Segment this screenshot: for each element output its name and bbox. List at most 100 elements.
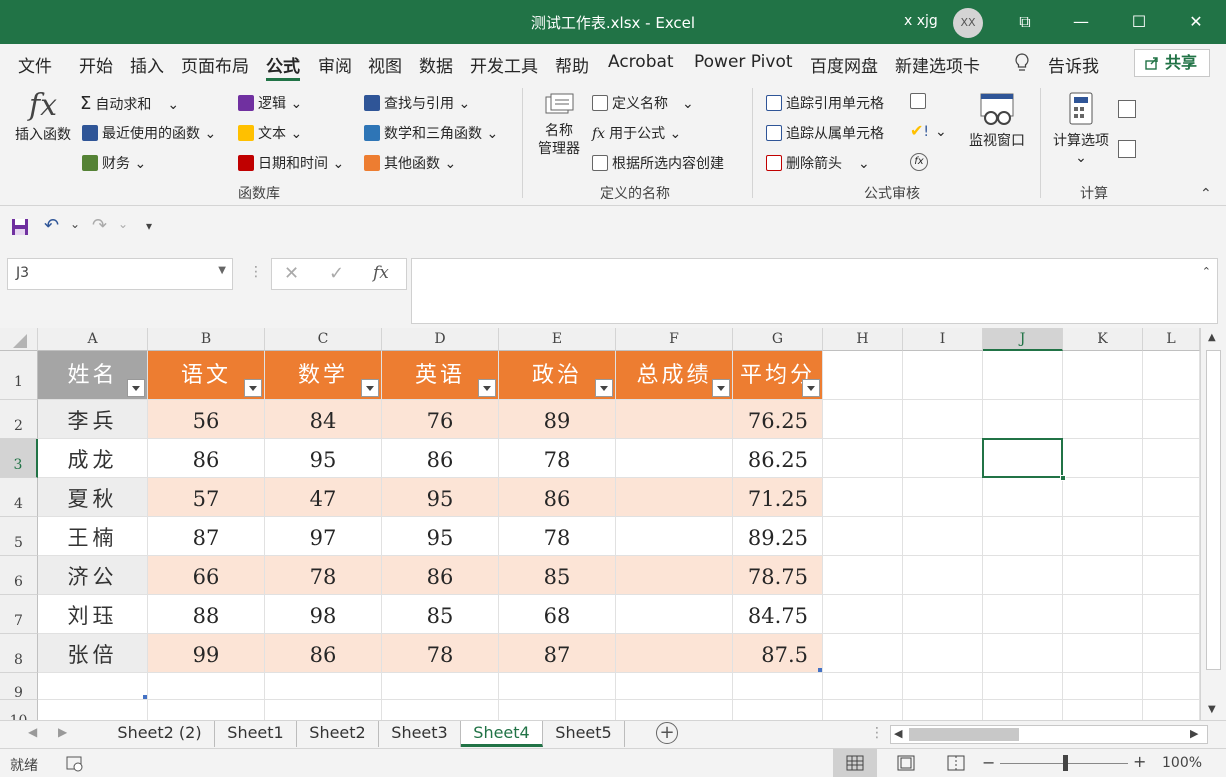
grid-cell[interactable]: [1063, 556, 1143, 595]
score-cell[interactable]: 57: [148, 478, 265, 517]
scrollbar-thumb[interactable]: [909, 728, 1019, 741]
grid-cell[interactable]: [1143, 700, 1200, 720]
create-from-selection-button[interactable]: 根据所选内容创建: [592, 153, 724, 173]
grid-cell[interactable]: [983, 556, 1063, 595]
score-cell[interactable]: 85: [499, 556, 616, 595]
score-cell[interactable]: 89: [499, 400, 616, 439]
collapse-ribbon-icon[interactable]: ⌃: [1200, 186, 1212, 202]
grid-cell[interactable]: [903, 634, 983, 673]
grid-cell[interactable]: [983, 400, 1063, 439]
grid-cell[interactable]: [983, 595, 1063, 634]
grid-cell[interactable]: [499, 700, 616, 720]
score-cell[interactable]: [616, 595, 733, 634]
text-functions-button[interactable]: 文本 ⌄: [238, 123, 302, 143]
grid-cell[interactable]: [1063, 634, 1143, 673]
grid-cell[interactable]: [1143, 439, 1200, 478]
score-cell[interactable]: [616, 556, 733, 595]
filter-dropdown-button[interactable]: [802, 379, 820, 397]
grid-cell[interactable]: [903, 595, 983, 634]
row-header-3[interactable]: 3: [0, 439, 38, 478]
datetime-button[interactable]: 日期和时间 ⌄: [238, 153, 344, 173]
score-cell[interactable]: 87: [499, 634, 616, 673]
grid-cell[interactable]: [616, 673, 733, 700]
fill-handle[interactable]: [1060, 475, 1066, 481]
table-header-cell[interactable]: 语文: [148, 351, 265, 400]
row-header-1[interactable]: 1: [0, 351, 38, 400]
table-header-cell[interactable]: 总成绩: [616, 351, 733, 400]
grid-cell[interactable]: [823, 595, 903, 634]
vertical-scrollbar[interactable]: ▲ ▼: [1200, 328, 1226, 720]
grid-cell[interactable]: [499, 673, 616, 700]
sheet-tab[interactable]: Sheet1: [215, 721, 297, 747]
grid-cell[interactable]: [1143, 517, 1200, 556]
grid-cell[interactable]: [1143, 595, 1200, 634]
grid-cell[interactable]: [1063, 351, 1143, 400]
score-cell[interactable]: 56: [148, 400, 265, 439]
score-cell[interactable]: 86: [265, 634, 382, 673]
score-cell[interactable]: [616, 478, 733, 517]
save-icon[interactable]: [11, 218, 29, 236]
score-cell[interactable]: 47: [265, 478, 382, 517]
column-header-h[interactable]: H: [823, 328, 903, 351]
score-cell[interactable]: 78: [265, 556, 382, 595]
score-cell[interactable]: 78: [499, 517, 616, 556]
use-in-formula-button[interactable]: fx 用于公式 ⌄: [592, 123, 681, 143]
score-cell[interactable]: 86: [148, 439, 265, 478]
score-cell[interactable]: 68: [499, 595, 616, 634]
selected-cell-j3[interactable]: [982, 438, 1063, 478]
grid-cell[interactable]: [382, 673, 499, 700]
name-cell[interactable]: 刘珏: [38, 595, 148, 634]
tab-insert[interactable]: 插入: [130, 52, 164, 77]
grid-cell[interactable]: [1063, 478, 1143, 517]
row-header-2[interactable]: 2: [0, 400, 38, 439]
grid-cell[interactable]: [983, 478, 1063, 517]
score-cell[interactable]: 78: [382, 634, 499, 673]
accessibility-icon[interactable]: [66, 756, 84, 772]
zoom-in-button[interactable]: +: [1133, 752, 1146, 771]
customize-qat-icon[interactable]: ▾: [146, 219, 152, 233]
normal-view-button[interactable]: [833, 749, 877, 777]
name-cell[interactable]: 成龙: [38, 439, 148, 478]
sheet-tab[interactable]: Sheet4: [461, 721, 543, 747]
grid-cell[interactable]: [1143, 400, 1200, 439]
score-cell[interactable]: 78: [499, 439, 616, 478]
grid-cell[interactable]: [983, 517, 1063, 556]
column-header-l[interactable]: L: [1143, 328, 1200, 351]
filter-dropdown-button[interactable]: [244, 379, 262, 397]
scroll-tabs-right-icon[interactable]: ▶: [58, 725, 67, 739]
grid-cell[interactable]: [823, 400, 903, 439]
tab-help[interactable]: 帮助: [555, 52, 589, 77]
tab-page-layout[interactable]: 页面布局: [181, 52, 249, 77]
formula-input[interactable]: ⌃: [411, 258, 1218, 324]
filter-dropdown-button[interactable]: [478, 379, 496, 397]
tab-baidu-netdisk[interactable]: 百度网盘: [810, 52, 878, 77]
score-cell[interactable]: 88: [148, 595, 265, 634]
row-header-6[interactable]: 6: [0, 556, 38, 595]
scroll-left-icon[interactable]: ◀: [894, 727, 902, 740]
name-cell[interactable]: 济公: [38, 556, 148, 595]
redo-icon[interactable]: ↷: [92, 215, 107, 236]
score-cell[interactable]: [616, 400, 733, 439]
score-cell[interactable]: 95: [382, 478, 499, 517]
grid-cell[interactable]: [823, 517, 903, 556]
row-header-8[interactable]: 8: [0, 634, 38, 673]
grid-cell[interactable]: [823, 700, 903, 720]
scroll-tabs-left-icon[interactable]: ◀: [28, 725, 37, 739]
column-header-k[interactable]: K: [1063, 328, 1143, 351]
grid-cell[interactable]: [823, 439, 903, 478]
tab-new-tab[interactable]: 新建选项卡: [895, 52, 980, 77]
enter-icon[interactable]: ✓: [329, 263, 344, 284]
page-layout-view-icon[interactable]: [897, 755, 915, 771]
score-cell[interactable]: [616, 517, 733, 556]
name-box[interactable]: J3 ▼: [7, 258, 233, 290]
score-cell[interactable]: 86.25: [733, 439, 823, 478]
name-cell[interactable]: 张倍: [38, 634, 148, 673]
insert-function-icon[interactable]: fx: [373, 263, 389, 283]
page-break-view-icon[interactable]: [947, 755, 965, 771]
grid-cell[interactable]: [1143, 634, 1200, 673]
redo-dropdown-icon[interactable]: ⌄: [118, 217, 128, 231]
cancel-icon[interactable]: ✕: [284, 263, 299, 284]
watch-window-button[interactable]: 监视窗口: [962, 92, 1032, 172]
score-cell[interactable]: 87: [148, 517, 265, 556]
name-cell[interactable]: 夏秋: [38, 478, 148, 517]
